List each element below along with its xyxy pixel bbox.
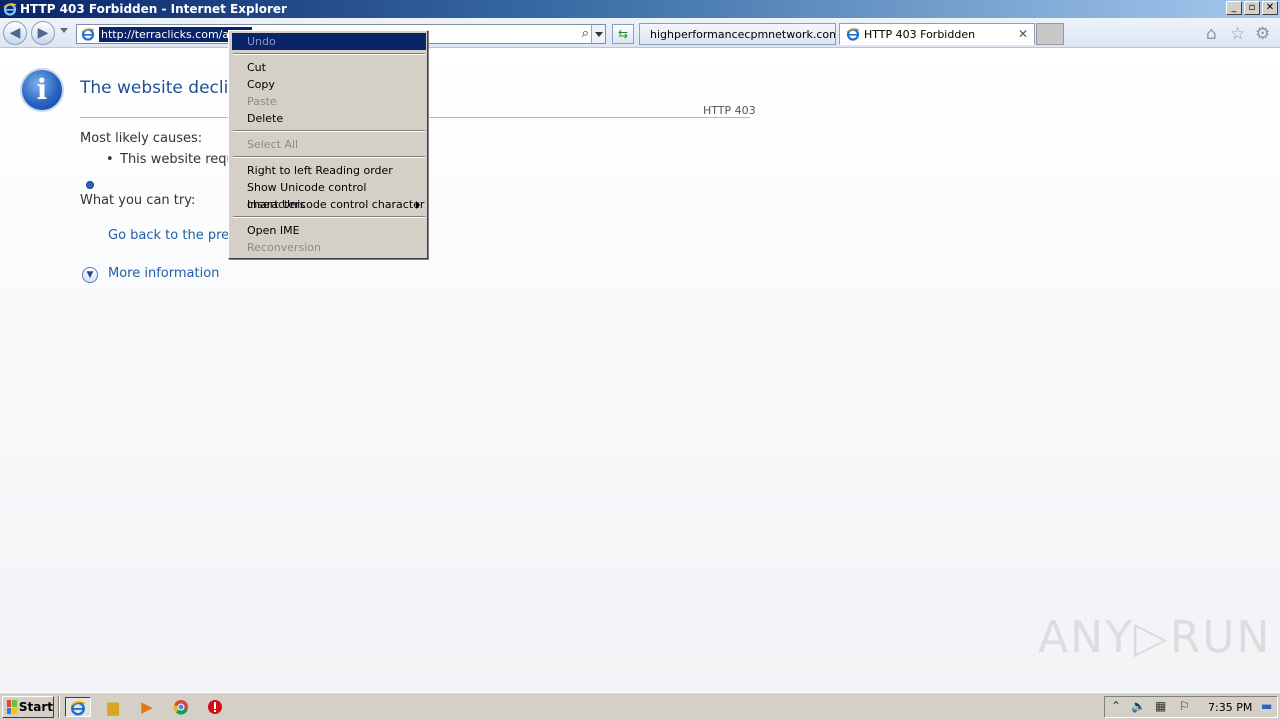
windows-logo-icon: [7, 700, 17, 714]
taskbar-clock[interactable]: 7:35 PM: [1208, 701, 1252, 714]
minimize-button[interactable]: _: [1226, 1, 1242, 15]
network-icon[interactable]: ▦: [1155, 699, 1166, 713]
context-menu: Undo Cut Copy Paste Delete Select All Ri…: [228, 30, 428, 259]
menu-item-cut[interactable]: Cut: [232, 59, 426, 76]
chrome-icon[interactable]: [170, 697, 192, 717]
causes-label: Most likely causes:: [80, 131, 203, 146]
menu-item-open-ime[interactable]: Open IME: [232, 222, 426, 239]
show-hidden-icons-icon[interactable]: ⌃: [1111, 699, 1121, 713]
menu-item-paste[interactable]: Paste: [232, 93, 426, 110]
refresh-icon: ⇆: [617, 27, 629, 41]
menu-separator: [233, 130, 425, 132]
forward-arrow-icon: ▶: [37, 25, 49, 41]
history-dropdown-icon[interactable]: [60, 28, 68, 33]
taskbar-separator: [58, 696, 60, 718]
more-information-link[interactable]: More information: [108, 266, 219, 281]
tab-label: highperformancecpmnetwork.com: [650, 27, 836, 41]
back-arrow-icon: ◀: [9, 25, 21, 41]
menu-separator: [233, 216, 425, 218]
start-button[interactable]: Start: [2, 696, 54, 718]
menu-item-insert-unicode[interactable]: Insert Unicode control character: [232, 196, 426, 213]
tab-label: HTTP 403 Forbidden: [864, 27, 976, 41]
action-center-flag-icon[interactable]: ⚐: [1179, 699, 1190, 713]
address-dropdown-button[interactable]: [591, 25, 605, 43]
start-label: Start: [18, 700, 53, 714]
menu-separator: [233, 53, 425, 55]
anyrun-watermark: ANY▷RUN: [1038, 612, 1272, 663]
forward-button[interactable]: ▶: [31, 21, 55, 45]
page-title: The website decline: [80, 78, 250, 98]
restore-button[interactable]: ▫: [1244, 1, 1260, 15]
page-content: i The website decline HTTP 403 Most like…: [0, 48, 1280, 692]
menu-item-copy[interactable]: Copy: [232, 76, 426, 93]
ie-taskbar-button[interactable]: [65, 697, 91, 717]
menu-item-delete[interactable]: Delete: [232, 110, 426, 127]
bullet-dot-icon: [86, 181, 94, 189]
favorites-star-icon[interactable]: ☆: [1230, 24, 1245, 44]
menu-item-undo[interactable]: Undo: [232, 33, 426, 50]
expand-chevron-icon[interactable]: ▼: [82, 267, 98, 283]
title-bar: HTTP 403 Forbidden - Internet Explorer _…: [0, 0, 1280, 18]
stop-sign: [208, 700, 222, 714]
browser-toolbar: ◀ ▶ http://terraclicks.com/anon ⌕ ⇆ high…: [0, 18, 1280, 48]
info-icon: i: [20, 68, 64, 112]
close-window-button[interactable]: ✕: [1262, 1, 1278, 15]
ie-taskbar-icon: [70, 701, 86, 716]
menu-separator: [233, 156, 425, 158]
chrome-logo: [173, 700, 188, 715]
ie-tab-icon: [846, 28, 860, 41]
new-tab-button[interactable]: [1036, 23, 1064, 45]
media-player-icon[interactable]: ▶: [136, 697, 158, 717]
menu-item-rtl-reading-order[interactable]: Right to left Reading order: [232, 162, 426, 179]
taskbar: Start ▆ ▶ ⌃ 🔈 ▦ ⚐ ▬ 7:35 PM: [0, 692, 1280, 720]
http-status-code: HTTP 403: [703, 104, 756, 117]
try-label: What you can try:: [80, 193, 196, 208]
submenu-arrow-icon: [416, 201, 420, 209]
volume-icon[interactable]: 🔈: [1131, 699, 1146, 713]
refresh-button[interactable]: ⇆: [612, 24, 634, 44]
home-icon[interactable]: ⌂: [1206, 24, 1217, 44]
go-back-link[interactable]: Go back to the pre: [108, 228, 229, 243]
close-tab-icon[interactable]: ✕: [1018, 27, 1028, 41]
cause-item: This website requ: [120, 152, 235, 167]
menu-item-reconversion[interactable]: Reconversion: [232, 239, 426, 256]
menu-item-label: Insert Unicode control character: [247, 198, 425, 211]
menu-item-select-all[interactable]: Select All: [232, 136, 426, 153]
tab-highperformance[interactable]: highperformancecpmnetwork.com: [639, 23, 836, 45]
folder-icon[interactable]: ▆: [102, 697, 124, 717]
stop-icon[interactable]: [204, 697, 226, 717]
show-desktop-icon[interactable]: ▬: [1261, 699, 1272, 713]
back-button[interactable]: ◀: [3, 21, 27, 45]
menu-item-show-unicode[interactable]: Show Unicode control characters: [232, 179, 426, 211]
bullet-glyph: •: [106, 152, 114, 167]
ie-logo-icon: [3, 3, 17, 16]
tab-http-403[interactable]: HTTP 403 Forbidden ✕: [839, 23, 1035, 45]
search-icon[interactable]: ⌕: [582, 26, 589, 41]
gear-icon[interactable]: ⚙: [1255, 24, 1270, 44]
ie-page-icon: [81, 28, 95, 41]
window-title: HTTP 403 Forbidden - Internet Explorer: [20, 2, 287, 16]
